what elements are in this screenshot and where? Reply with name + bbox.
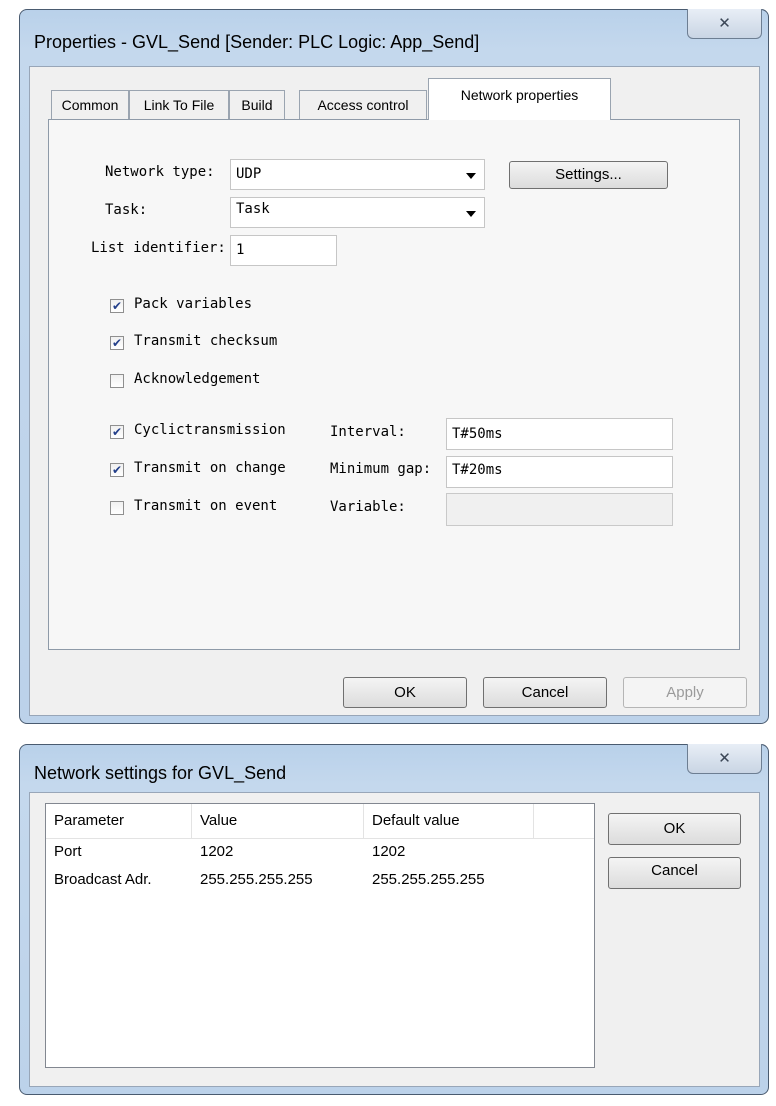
properties-dialog-title: Properties - GVL_Send [Sender: PLC Logic… <box>34 32 480 52</box>
tab-build-label: Build <box>241 97 273 113</box>
cyclic-transmission-checkbox[interactable]: ✔ <box>110 425 124 439</box>
transmit-on-event-checkbox[interactable] <box>110 501 124 515</box>
tab-link-to-file-label: Link To File <box>143 97 215 113</box>
properties-client-area: Common Link To File Build Access control… <box>29 66 760 716</box>
cyclic-transmission-label: Cyclictransmission <box>134 422 286 438</box>
row-value: 255.255.255.255 <box>200 871 313 888</box>
network-settings-cancel-button[interactable]: Cancel <box>608 857 741 889</box>
network-settings-close-button[interactable]: ✕ <box>687 744 762 774</box>
tab-access-control[interactable]: Access control <box>299 90 427 119</box>
network-settings-table[interactable]: Parameter Value Default value Port 1202 … <box>45 803 595 1068</box>
chevron-down-icon <box>466 211 476 217</box>
minimum-gap-input[interactable]: T#20ms <box>446 456 673 488</box>
list-identifier-input[interactable]: 1 <box>230 235 337 266</box>
network-type-dropdown[interactable]: UDP <box>230 159 485 190</box>
properties-close-button[interactable]: ✕ <box>687 9 762 39</box>
transmit-checksum-label: Transmit checksum <box>134 333 278 349</box>
minimum-gap-label: Minimum gap: <box>330 461 432 477</box>
cancel-button[interactable]: Cancel <box>483 677 607 708</box>
interval-label: Interval: <box>330 424 406 440</box>
chevron-down-icon <box>466 173 476 179</box>
tab-network-properties[interactable]: Network properties <box>428 78 611 120</box>
check-icon: ✔ <box>111 299 123 313</box>
check-icon: ✔ <box>111 336 123 350</box>
tab-common-label: Common <box>61 97 119 113</box>
pack-variables-checkbox[interactable]: ✔ <box>110 299 124 313</box>
tab-build[interactable]: Build <box>229 90 285 119</box>
pack-variables-label: Pack variables <box>134 296 253 312</box>
tab-common[interactable]: Common <box>51 90 129 119</box>
check-icon: ✔ <box>111 425 123 439</box>
acknowledgement-label: Acknowledgement <box>134 371 261 387</box>
apply-button: Apply <box>623 677 747 708</box>
row-default-value: 255.255.255.255 <box>372 871 485 888</box>
network-settings-client-area: Parameter Value Default value Port 1202 … <box>29 792 760 1087</box>
task-value: Task <box>236 201 270 217</box>
variable-label: Variable: <box>330 499 406 515</box>
network-properties-page: Network type: UDP Settings... Task: Task… <box>48 119 740 650</box>
network-settings-dialog: Network settings for GVL_Send ✕ Paramete… <box>19 744 769 1095</box>
network-type-label: Network type: <box>105 164 215 180</box>
settings-button[interactable]: Settings... <box>509 161 668 189</box>
row-parameter: Port <box>54 843 82 860</box>
properties-dialog: Properties - GVL_Send [Sender: PLC Logic… <box>19 9 769 724</box>
transmit-on-event-label: Transmit on event <box>134 498 278 514</box>
transmit-on-change-checkbox[interactable]: ✔ <box>110 463 124 477</box>
close-icon: ✕ <box>718 14 731 32</box>
row-value: 1202 <box>200 843 234 860</box>
tab-network-properties-label: Network properties <box>460 87 579 103</box>
column-header-parameter[interactable]: Parameter <box>46 804 192 838</box>
table-header: Parameter Value Default value <box>46 804 594 839</box>
column-header-value[interactable]: Value <box>192 804 364 838</box>
column-header-filler <box>534 804 594 838</box>
network-type-value: UDP <box>236 166 262 182</box>
row-parameter: Broadcast Adr. <box>54 871 152 888</box>
task-label: Task: <box>105 202 148 218</box>
acknowledgement-checkbox[interactable] <box>110 374 124 388</box>
interval-input[interactable]: T#50ms <box>446 418 673 450</box>
column-header-default-value[interactable]: Default value <box>364 804 534 838</box>
ok-button[interactable]: OK <box>343 677 467 708</box>
network-settings-ok-button[interactable]: OK <box>608 813 741 845</box>
transmit-checksum-checkbox[interactable]: ✔ <box>110 336 124 350</box>
check-icon: ✔ <box>111 463 123 477</box>
tab-link-to-file[interactable]: Link To File <box>129 90 229 119</box>
network-settings-dialog-title: Network settings for GVL_Send <box>34 763 287 783</box>
close-icon: ✕ <box>718 749 731 767</box>
tab-access-control-label: Access control <box>317 97 409 113</box>
row-default-value: 1202 <box>372 843 406 860</box>
transmit-on-change-label: Transmit on change <box>134 460 286 476</box>
list-identifier-label: List identifier: <box>91 240 226 256</box>
variable-input <box>446 493 673 526</box>
task-dropdown[interactable]: Task <box>230 197 485 228</box>
